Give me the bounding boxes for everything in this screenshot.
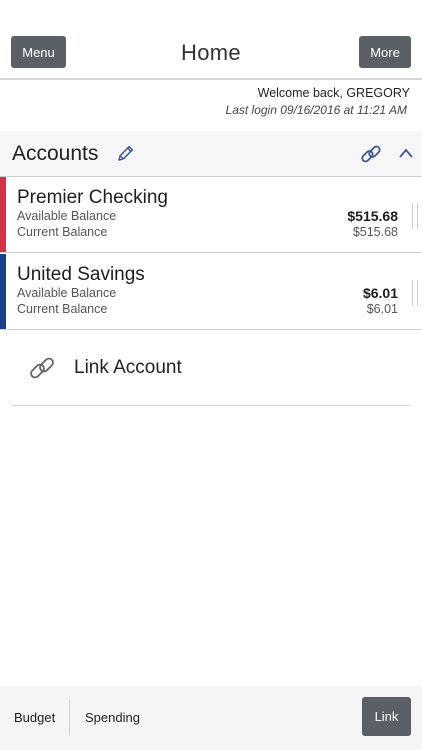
app-header: Menu Home More (0, 0, 422, 80)
accounts-section-header: Accounts (0, 131, 422, 177)
link-button[interactable]: Link (362, 697, 411, 736)
account-row-united-savings[interactable]: United Savings Available Balance Current… (0, 254, 422, 330)
drag-handle[interactable] (412, 280, 418, 306)
link-account-row[interactable]: Link Account (12, 330, 410, 406)
current-balance-label: Current Balance (17, 225, 108, 239)
link-icon (30, 357, 54, 379)
account-row-premier-checking[interactable]: Premier Checking Available Balance Curre… (0, 177, 422, 253)
drag-handle[interactable] (412, 203, 418, 229)
link-icon[interactable] (360, 143, 382, 165)
bottom-toolbar: Budget Spending Link (0, 686, 422, 750)
account-name: United Savings (17, 264, 145, 285)
available-balance-label: Available Balance (17, 209, 117, 223)
tab-spending[interactable]: Spending (85, 710, 140, 725)
available-balance-value: $6.01 (362, 285, 398, 301)
accounts-title: Accounts (12, 142, 99, 165)
account-accent-bar (0, 177, 6, 252)
current-balance-value: $515.68 (352, 225, 398, 239)
account-name: Premier Checking (17, 187, 168, 208)
account-accent-bar (0, 254, 6, 329)
current-balance-label: Current Balance (17, 302, 108, 316)
more-button[interactable]: More (359, 36, 411, 68)
chevron-up-icon[interactable] (398, 147, 414, 159)
current-balance-value: $6.01 (366, 302, 398, 316)
last-login-text: Last login 09/16/2016 at 11:21 AM (225, 103, 407, 117)
tab-budget[interactable]: Budget (14, 710, 55, 725)
available-balance-value: $515.68 (347, 208, 398, 224)
welcome-message: Welcome back, GREGORY (257, 86, 410, 100)
tab-divider (69, 700, 70, 734)
available-balance-label: Available Balance (17, 286, 117, 300)
link-account-label: Link Account (74, 357, 182, 378)
pencil-icon[interactable] (116, 143, 136, 163)
